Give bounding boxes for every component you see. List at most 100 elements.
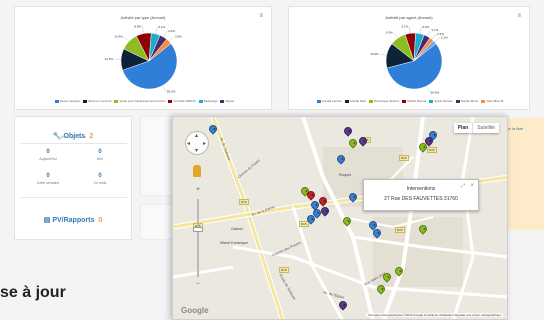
map-type-satellite[interactable]: Satellite — [472, 123, 499, 133]
objets-links: Vent En cours — [15, 135, 131, 139]
agent-pie-data-label: 2.1% — [441, 35, 448, 39]
type-pie-data-label: 4.4% — [168, 29, 175, 33]
legend-item[interactable]: Dépan — [225, 99, 234, 103]
legend-swatch — [455, 99, 460, 103]
type-pie-leader-line — [155, 26, 158, 34]
agent-pie-leader-line — [379, 53, 387, 56]
agent-pie-chart: 56.6%14.6%9.3%6.1% 5.0%3.7%2.6%2.1% — [370, 24, 448, 94]
stat-yesterday[interactable]: 0 Hier — [75, 149, 125, 161]
road-badge: D15 — [279, 267, 289, 273]
popout-icon[interactable]: ⤢ — [461, 183, 465, 189]
pv-header[interactable]: ▤ PV/Rapports 0 — [15, 209, 131, 227]
type-pie-leader-line — [168, 36, 174, 42]
pan-right-icon[interactable]: ▸ — [203, 140, 206, 147]
zoom-in-button[interactable]: + — [195, 187, 201, 193]
zoom-slider-thumb[interactable] — [193, 227, 203, 232]
agent-pie-data-label: 14.6% — [370, 52, 379, 56]
legend-item[interactable]: Annaïk Lacroix — [322, 99, 342, 103]
stats-panel: 🔧 Objets 2 Vent En cours 0 Aujourd'hui 0 Hi… — [14, 116, 132, 240]
type-pie-leader-line — [123, 36, 130, 42]
zoom-out-button[interactable]: − — [195, 281, 201, 287]
type-pie-data-label: 10.4% — [114, 35, 123, 39]
place-label: Gachez — [231, 227, 244, 231]
legend-item[interactable]: Dominique Séchon — [374, 99, 399, 103]
agent-pie-leader-line — [426, 85, 430, 93]
google-logo: Google — [181, 306, 209, 315]
type-chart-title: Activité par type (Annuel) — [120, 15, 166, 20]
legend-item[interactable]: Jean-Marc B. — [486, 99, 504, 103]
type-pie-data-label: 8.8% — [134, 25, 141, 29]
agent-pie-data-label: 9.3% — [386, 30, 393, 34]
legend-item[interactable]: Vente pour Assainissement Inconn — [119, 99, 165, 103]
map-type-control: Plan Satellite — [453, 123, 499, 133]
legend-item[interactable]: Annaïk Petit — [350, 99, 366, 103]
agent-pie-data-label: 5.0% — [422, 25, 429, 29]
agent-pie-leader-line — [419, 26, 422, 34]
legend-swatch — [198, 99, 203, 103]
chart-menu-icon[interactable]: ≡ — [259, 13, 263, 19]
stat-week[interactable]: 0 Cette semaine — [23, 173, 73, 185]
agent-chart-panel: Activité par agent (Annuel) ≡ 56.6% 14.6%… — [288, 6, 530, 110]
type-pie-data-label: 3.5% — [175, 34, 182, 38]
legend-swatch — [481, 99, 486, 103]
pv-count: 0 — [98, 217, 103, 224]
road-badge: D15 — [395, 227, 405, 233]
legend-swatch — [220, 99, 225, 103]
legend-swatch — [114, 99, 119, 103]
legend-swatch — [82, 99, 87, 103]
pan-control[interactable]: ▴ ▾ ◂ ▸ — [185, 131, 209, 155]
link-en-cours[interactable]: En cours — [72, 135, 86, 139]
legend-item[interactable]: Vente courante — [60, 99, 80, 103]
road-badge: D15 — [427, 147, 437, 153]
legend-swatch — [344, 99, 349, 103]
objets-header[interactable]: 🔧 Objets 2 — [15, 125, 131, 143]
map-attribution[interactable]: Données cartographiques ©2013 Google Con… — [366, 313, 503, 317]
legend-swatch — [54, 99, 59, 103]
zoom-slider-track[interactable] — [197, 199, 199, 277]
link-vent[interactable]: Vent — [60, 135, 67, 139]
agent-chart-title: Activité par agent (Annuel) — [385, 15, 433, 20]
divider — [21, 143, 127, 144]
type-pie-leader-line — [163, 30, 168, 38]
road-badge: D15 — [239, 199, 249, 205]
place-label: Michel Dominique — [220, 241, 248, 245]
legend-swatch — [168, 99, 173, 103]
type-pie-data-label: 55.3% — [167, 90, 176, 94]
place-label: Roques — [339, 173, 352, 177]
legend-item[interactable]: Sophie Morin — [461, 99, 479, 103]
agent-pie-data-label: 6.1% — [401, 24, 408, 28]
legend-swatch — [402, 99, 407, 103]
dashboard: Activité par type (Annuel) ≡ 55.3% 12.5% 1… — [0, 0, 544, 320]
interventions-map[interactable]: Av. de la Marne Chemin des Pouzes Route … — [172, 116, 508, 320]
legend-swatch — [368, 99, 373, 103]
chart-menu-icon[interactable]: ≡ — [517, 13, 521, 19]
agent-pie-leader-line — [393, 32, 398, 39]
stat-month[interactable]: 0 Ce mois — [75, 173, 125, 185]
pan-up-icon[interactable]: ▴ — [195, 132, 198, 139]
legend-item[interactable]: Vente en recondu — [88, 99, 112, 103]
pv-title[interactable]: ▤ PV/Rapports 0 — [44, 217, 103, 224]
type-chart-panel: Activité par type (Annuel) ≡ 55.3% 12.5% 1… — [14, 6, 272, 110]
stat-today[interactable]: 0 Aujourd'hui — [23, 149, 73, 161]
info-window: Interventions 27 Rue DES FAUVETTES 31760… — [363, 179, 479, 211]
type-pie-leader-line — [162, 85, 167, 92]
agent-pie-leader-line — [431, 33, 437, 40]
map-type-plan[interactable]: Plan — [454, 123, 473, 133]
road-badge: D15 — [399, 155, 409, 161]
type-chart-legend: Vente courante Vente en recondu Vente pour… — [15, 99, 271, 103]
divider — [21, 197, 127, 198]
legend-item[interactable]: Contrôle SPANC — [173, 99, 195, 103]
road-badge: D15 — [299, 221, 309, 227]
legend-item[interactable]: Nettoyage — [204, 99, 218, 103]
legend-item[interactable]: Michel Dumas — [407, 99, 426, 103]
pan-down-icon[interactable]: ▾ — [195, 147, 198, 154]
agent-chart-legend: Annaïk Lacroix Annaïk Petit Dominique Séch… — [289, 99, 529, 103]
type-pie-chart: 55.3% 12.5% 10.4% 8.8% 5.1%4.4%3.5% — [105, 25, 182, 94]
agent-pie-data-label: 56.6% — [431, 90, 440, 94]
legend-item[interactable]: Sylvie Dumas — [434, 99, 452, 103]
pan-left-icon[interactable]: ◂ — [187, 140, 190, 147]
close-icon[interactable]: × — [470, 183, 474, 189]
overlay-heading: se à jour — [0, 284, 66, 301]
pegman-icon[interactable] — [193, 165, 201, 177]
info-window-address: 27 Rue DES FAUVETTES 31760 — [384, 196, 458, 202]
